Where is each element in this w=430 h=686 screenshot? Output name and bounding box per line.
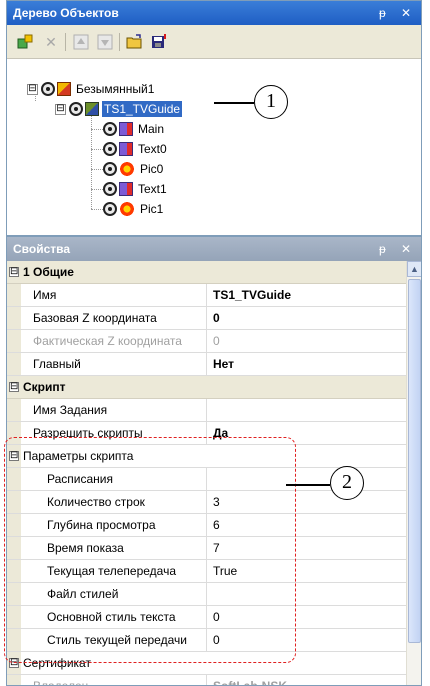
object-tree-toolbar: ✕ <box>7 25 421 59</box>
template-icon <box>85 102 99 116</box>
tree-node-label: Pic0 <box>140 162 164 176</box>
property-row-main[interactable]: Главный Нет <box>7 353 407 376</box>
category-toggle[interactable]: ⊟ <box>9 382 19 392</box>
property-row-actual-z: Фактическая Z координата 0 <box>7 330 407 353</box>
tree-node-pic1[interactable]: Pic1 <box>103 199 165 219</box>
property-key: Базовая Z координата <box>21 307 207 329</box>
property-value[interactable]: TS1_TVGuide <box>207 284 407 306</box>
visibility-eye-icon[interactable] <box>103 202 117 216</box>
callout-1-leader <box>214 102 254 104</box>
text-object-icon <box>119 122 133 136</box>
move-up-icon[interactable] <box>71 32 91 52</box>
object-tree-panel: Дерево Объектов ᵽ ✕ ✕ ⊟ Безымянный1 ⊟ TS… <box>6 0 422 236</box>
visibility-eye-icon[interactable] <box>103 182 117 196</box>
tree-node-label: Text0 <box>138 142 167 156</box>
delete-icon[interactable]: ✕ <box>41 32 61 52</box>
tree-connector <box>91 169 103 170</box>
tree-node-text1[interactable]: Text1 <box>103 179 169 199</box>
tree-node-text0[interactable]: Text0 <box>103 139 169 159</box>
category-general[interactable]: ⊟ 1 Общие <box>7 261 407 284</box>
properties-title: Свойства <box>13 242 71 256</box>
visibility-eye-icon[interactable] <box>69 102 83 116</box>
property-value[interactable] <box>207 399 407 421</box>
property-key: Имя <box>21 284 207 306</box>
row-gutter <box>7 307 21 329</box>
scroll-up-arrow-icon[interactable]: ▲ <box>407 261 421 277</box>
visibility-eye-icon[interactable] <box>103 122 117 136</box>
property-row-base-z[interactable]: Базовая Z координата 0 <box>7 307 407 330</box>
tree-node-label: Pic1 <box>140 202 164 216</box>
visibility-eye-icon[interactable] <box>103 142 117 156</box>
object-tree: ⊟ Безымянный1 ⊟ TS1_TVGuide Main Text0 P… <box>7 59 421 235</box>
row-gutter <box>7 675 21 685</box>
property-key: Фактическая Z координата <box>21 330 207 352</box>
tree-node-label: Main <box>138 122 165 136</box>
tree-node-label: TS1_TVGuide <box>102 101 183 117</box>
object-tree-titlebar: Дерево Объектов ᵽ ✕ <box>7 1 421 25</box>
tree-connector <box>91 189 103 190</box>
properties-scrollbar[interactable]: ▲ <box>406 261 421 685</box>
collapse-toggle[interactable]: ⊟ <box>27 83 38 95</box>
property-value: SoftLab-NSK <box>213 679 287 686</box>
property-value[interactable]: Нет <box>207 353 407 375</box>
row-gutter <box>7 284 21 306</box>
callout-2-marker: 2 <box>330 466 364 500</box>
picture-object-icon <box>119 201 135 217</box>
scroll-thumb[interactable] <box>408 279 421 643</box>
object-tree-title: Дерево Объектов <box>13 6 119 20</box>
tree-connector <box>91 109 92 209</box>
move-down-icon[interactable] <box>95 32 115 52</box>
property-row-job-name[interactable]: Имя Задания <box>7 399 407 422</box>
toolbar-separator <box>119 33 120 51</box>
row-gutter <box>7 399 21 421</box>
property-value: 0 <box>213 334 220 348</box>
tree-node-ts1-tvguide[interactable]: ⊟ TS1_TVGuide <box>55 99 183 119</box>
callout-2-leader <box>286 484 330 486</box>
property-key: Имя Задания <box>21 399 207 421</box>
tree-node-label: Text1 <box>138 182 167 196</box>
toolbar-separator <box>65 33 66 51</box>
tree-connector <box>91 209 103 210</box>
tree-connector <box>91 149 103 150</box>
text-object-icon <box>119 142 133 156</box>
category-label: Скрипт <box>23 380 66 394</box>
picture-object-icon <box>119 161 135 177</box>
properties-title-buttons[interactable]: ᵽ ✕ <box>379 237 417 261</box>
property-row-name[interactable]: Имя TS1_TVGuide <box>7 284 407 307</box>
script-params-highlight <box>4 437 296 663</box>
text-object-icon <box>119 182 133 196</box>
collapse-toggle[interactable]: ⊟ <box>55 103 66 115</box>
property-row-owner: Владелец SoftLab-NSK <box>7 675 407 686</box>
property-key: Владелец <box>21 675 207 685</box>
property-key: Главный <box>21 353 207 375</box>
row-gutter <box>7 353 21 375</box>
tree-node-root[interactable]: ⊟ Безымянный1 <box>27 79 156 99</box>
visibility-eye-icon[interactable] <box>41 82 55 96</box>
add-object-icon[interactable] <box>15 32 35 52</box>
save-icon[interactable] <box>149 32 169 52</box>
property-value[interactable]: 0 <box>207 307 407 329</box>
visibility-eye-icon[interactable] <box>103 162 117 176</box>
open-folder-icon[interactable] <box>125 32 145 52</box>
category-script[interactable]: ⊟ Скрипт <box>7 376 407 399</box>
tree-node-pic0[interactable]: Pic0 <box>103 159 165 179</box>
tree-node-label: Безымянный1 <box>76 82 155 96</box>
properties-titlebar: Свойства ᵽ ✕ <box>7 237 421 261</box>
project-icon <box>57 82 71 96</box>
tree-connector <box>91 129 103 130</box>
row-gutter <box>7 330 21 352</box>
object-tree-title-buttons[interactable]: ᵽ ✕ <box>379 1 417 25</box>
category-label: 1 Общие <box>23 265 74 279</box>
callout-1-marker: 1 <box>254 85 288 119</box>
tree-node-main[interactable]: Main <box>103 119 166 139</box>
category-toggle[interactable]: ⊟ <box>9 267 19 277</box>
